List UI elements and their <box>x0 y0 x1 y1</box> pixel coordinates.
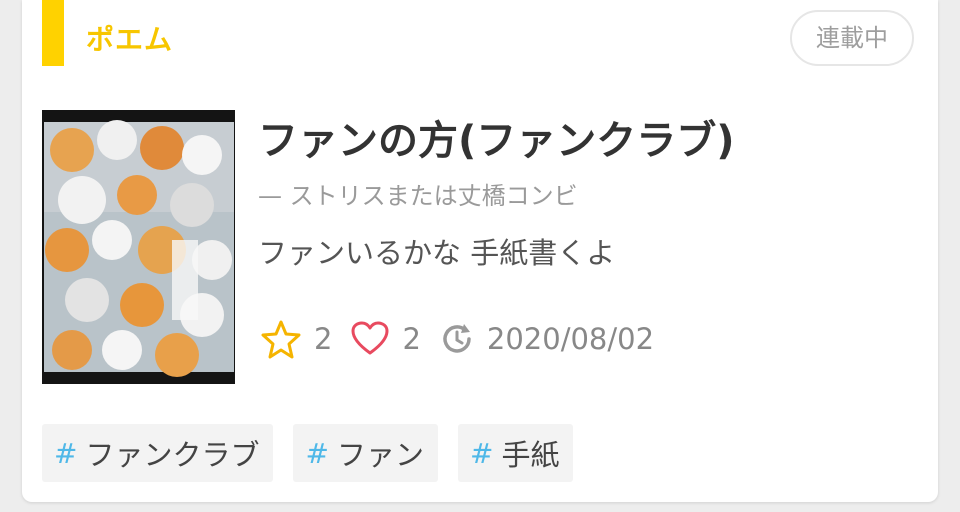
hash-icon: # <box>54 436 78 470</box>
story-title[interactable]: ファンの方(ファンクラブ) <box>258 108 735 166</box>
update-date: 2020/08/02 <box>486 322 655 356</box>
star-count: 2 <box>314 322 333 356</box>
refresh-clock-icon <box>443 324 471 353</box>
hash-icon: # <box>305 436 329 470</box>
like-stat: 2 <box>350 319 421 359</box>
genre-accent-bar <box>42 0 64 66</box>
tag-item[interactable]: # ファンクラブ <box>42 424 274 482</box>
author-name[interactable]: ストリスまたは丈橋コンビ <box>290 182 578 210</box>
author-line[interactable]: — ストリスまたは丈橋コンビ <box>258 176 578 211</box>
story-stats: 2 2 2020/08/02 <box>260 318 672 360</box>
cover-image[interactable] <box>42 110 235 384</box>
heart-icon <box>351 321 389 355</box>
tag-label: 手紙 <box>501 438 560 472</box>
author-prefix: — <box>258 182 282 210</box>
tag-item[interactable]: # 手紙 <box>457 424 574 482</box>
story-card[interactable]: ポエム 連載中 ファンの方(ファンクラブ) — ストリスまたは丈橋コンビ ファン… <box>22 0 938 502</box>
like-count: 2 <box>402 322 421 356</box>
hash-icon: # <box>469 436 494 470</box>
star-stat: 2 <box>260 318 332 360</box>
update-stat: 2020/08/02 <box>439 321 654 357</box>
tag-item[interactable]: # ファン <box>293 424 438 482</box>
story-description: ファンいるかな 手紙書くよ <box>258 236 616 270</box>
genre-label: ポエム <box>86 23 174 56</box>
tag-list: # ファンクラブ # ファン # 手紙 <box>42 424 593 482</box>
status-badge: 連載中 <box>790 10 914 66</box>
tag-label: ファン <box>336 438 424 472</box>
tag-label: ファンクラブ <box>85 438 260 472</box>
star-icon <box>261 320 301 359</box>
